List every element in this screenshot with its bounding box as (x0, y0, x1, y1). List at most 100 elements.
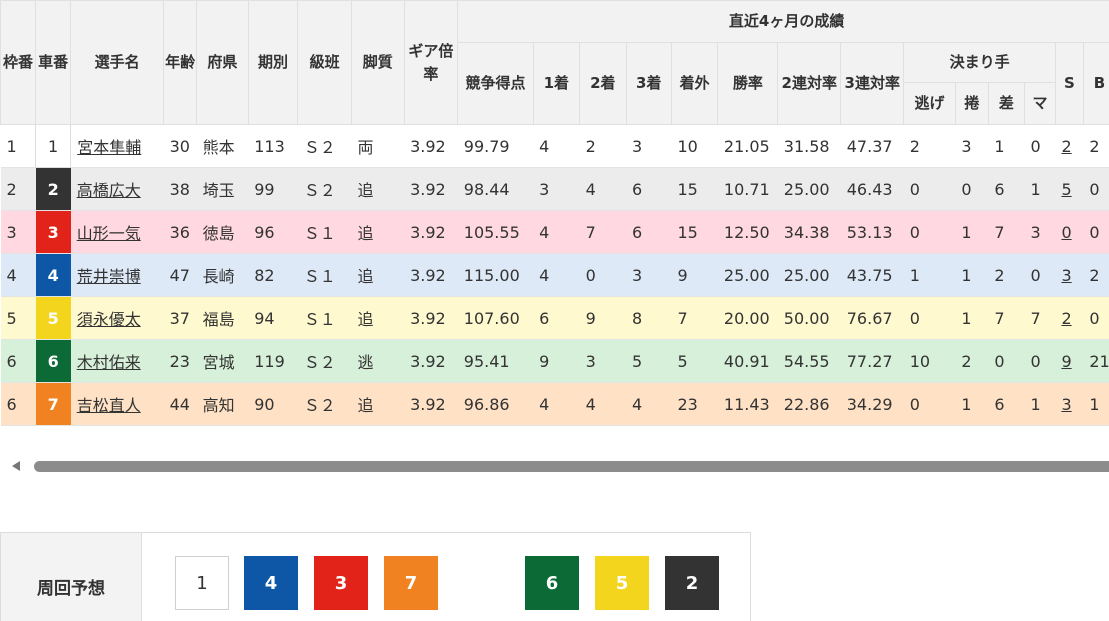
s-count-link[interactable]: 5 (1061, 180, 1071, 199)
cell-age: 44 (163, 382, 197, 426)
cell-leg: 追 (351, 382, 405, 426)
rider-name-link[interactable]: 山形一気 (77, 224, 141, 243)
rider-name-link[interactable]: 荒井崇博 (77, 267, 141, 286)
cell-pref: 熊本 (196, 124, 249, 168)
rider-row: 1 1 宮本隼輔 30 熊本 113 Ｓ２ 両 3.92 99.79 4 2 3 10 21.05 31.58… (0, 124, 1109, 168)
cell-first: 4 (533, 210, 580, 254)
cell-makuri: 1 (955, 382, 989, 426)
prediction-car-6: 6 (525, 556, 579, 610)
cell-out: 5 (671, 339, 718, 383)
cell-nige: 0 (903, 210, 956, 254)
s-count-link[interactable]: 9 (1061, 352, 1071, 371)
rider-name-link[interactable]: 吉松直人 (77, 396, 141, 415)
cell-second: 0 (579, 253, 627, 297)
cell-age: 30 (163, 124, 197, 168)
cell-waku: 1 (0, 124, 36, 168)
cell-waku: 5 (0, 296, 36, 340)
rider-name-link[interactable]: 須永優太 (77, 310, 141, 329)
scroll-left-icon[interactable] (12, 461, 20, 471)
cell-sashi: 1 (988, 124, 1025, 168)
s-count-link[interactable]: 2 (1061, 309, 1071, 328)
cell-gear: 3.92 (404, 210, 458, 254)
s-count-link[interactable]: 3 (1061, 266, 1071, 285)
header-makuri: 捲 (954, 82, 989, 125)
rider-name-link[interactable]: 宮本隼輔 (77, 138, 141, 157)
scrollbar-thumb[interactable] (34, 461, 1109, 472)
cell-class: Ｓ１ (297, 253, 352, 297)
cell-top2: 50.00 (777, 296, 841, 340)
cell-name: 須永優太 (70, 296, 164, 340)
header-class: 級班 (297, 0, 352, 125)
cell-top2: 25.00 (777, 167, 841, 211)
header-first: 1着 (532, 42, 581, 125)
cell-class: Ｓ１ (297, 210, 352, 254)
cell-class: Ｓ２ (297, 339, 352, 383)
cell-win-rate: 21.05 (717, 124, 778, 168)
cell-name: 山形一気 (70, 210, 164, 254)
cell-b: 2 (1083, 253, 1109, 297)
header-waku: 枠番 (0, 0, 37, 125)
cell-mark: 0 (1024, 253, 1056, 297)
cell-gear: 3.92 (404, 124, 458, 168)
cell-waku: 3 (0, 210, 36, 254)
rider-name-link[interactable]: 木村佑来 (77, 353, 141, 372)
cell-car: 1 (35, 124, 72, 168)
cell-top2: 31.58 (777, 124, 841, 168)
cell-leg: 両 (351, 124, 405, 168)
cell-b: 0 (1083, 296, 1109, 340)
rider-name-link[interactable]: 高橋広大 (77, 181, 141, 200)
cell-gear: 3.92 (404, 253, 458, 297)
rider-row: 3 3 山形一気 36 徳島 96 Ｓ１ 追 3.92 105.55 4 7 6 15 12.50 34.38… (0, 210, 1109, 254)
cell-top3: 43.75 (840, 253, 904, 297)
rider-row: 2 2 高橋広大 38 埼玉 99 Ｓ２ 追 3.92 98.44 3 4 6 15 10.71 25.00 4… (0, 167, 1109, 211)
cell-class: Ｓ２ (297, 124, 352, 168)
cell-first: 4 (533, 124, 580, 168)
s-count-link[interactable]: 0 (1061, 223, 1071, 242)
cell-leg: 追 (351, 210, 405, 254)
cell-class: Ｓ２ (297, 167, 352, 211)
cell-mark: 1 (1024, 382, 1056, 426)
cell-gear: 3.92 (404, 382, 458, 426)
cell-second: 4 (579, 382, 627, 426)
cell-term: 113 (248, 124, 298, 168)
cell-waku: 2 (0, 167, 36, 211)
header-leg: 脚質 (350, 0, 405, 125)
cell-top3: 53.13 (840, 210, 904, 254)
cell-top2: 22.86 (777, 382, 841, 426)
header-pref: 府県 (196, 0, 249, 125)
cell-score: 107.60 (457, 296, 534, 340)
cell-s: 2 (1055, 296, 1084, 340)
cell-top2: 34.38 (777, 210, 841, 254)
cell-nige: 2 (903, 124, 956, 168)
header-second: 2着 (579, 42, 627, 125)
header-gear: ギア倍率 (403, 0, 459, 125)
s-count-link[interactable]: 2 (1061, 137, 1071, 156)
s-count-link[interactable]: 3 (1061, 395, 1071, 414)
header-name: 選手名 (70, 0, 165, 125)
cell-name: 木村佑来 (70, 339, 164, 383)
cell-win-rate: 20.00 (717, 296, 778, 340)
entry-table-body: 1 1 宮本隼輔 30 熊本 113 Ｓ２ 両 3.92 99.79 4 2 3 10 21.05 31.58… (0, 124, 1109, 426)
rider-row: 4 4 荒井崇博 47 長崎 82 Ｓ１ 追 3.92 115.00 4 0 3 9 25.00 25.00 4… (0, 253, 1109, 297)
horizontal-scrollbar[interactable] (0, 455, 1109, 477)
cell-top2: 25.00 (777, 253, 841, 297)
cell-b: 1 (1083, 382, 1109, 426)
prediction-car-1: 1 (175, 556, 229, 610)
cell-sashi: 6 (988, 382, 1025, 426)
prediction-car-4: 4 (244, 556, 298, 610)
cell-makuri: 1 (955, 210, 989, 254)
cell-car: 3 (35, 210, 71, 254)
cell-second: 2 (579, 124, 627, 168)
cell-makuri: 3 (955, 124, 989, 168)
cell-name: 高橋広大 (70, 167, 164, 211)
cell-class: Ｓ１ (297, 296, 352, 340)
prediction-car-2: 2 (665, 556, 719, 610)
cell-car: 4 (35, 253, 71, 297)
cell-third: 4 (626, 382, 672, 426)
cell-nige: 10 (903, 339, 956, 383)
cell-out: 9 (671, 253, 718, 297)
header-b: B (1082, 42, 1109, 125)
cell-out: 15 (671, 210, 718, 254)
cell-score: 99.79 (457, 124, 534, 168)
header-term: 期別 (247, 0, 299, 125)
